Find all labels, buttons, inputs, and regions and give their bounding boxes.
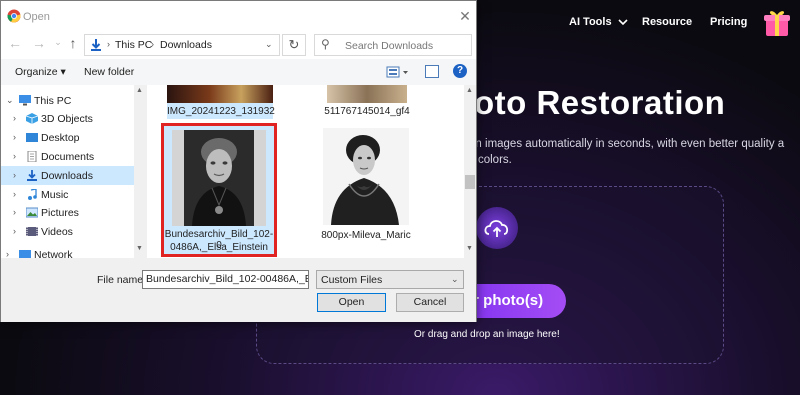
collapse-chevron-icon[interactable]: › — [13, 151, 16, 161]
nav-item-label: Downloads — [41, 170, 93, 182]
address-bar-row: ← → ⌄ ↑ › This PC › Downloads ⌄ ↻ ⚲ Sear… — [1, 31, 476, 59]
nav-item-documents[interactable]: › Documents — [1, 147, 134, 166]
collapse-chevron-icon[interactable]: › — [13, 170, 16, 180]
refresh-icon[interactable]: ↻ — [282, 34, 306, 56]
file-name-label: 0486A,_Elsa_Einstein — [170, 242, 268, 253]
scroll-up-icon[interactable]: ▲ — [466, 87, 473, 94]
dialog-title: Open — [23, 11, 50, 23]
breadcrumb-downloads[interactable]: Downloads — [160, 39, 212, 51]
nav-item-network[interactable]: › Network — [1, 249, 134, 258]
file-name-label[interactable]: 800px-Mileva_Maric — [306, 230, 426, 241]
nav-item-downloads[interactable]: › Downloads — [1, 166, 134, 185]
file-thumbnail[interactable] — [327, 85, 407, 103]
nav-ai-tools-label: AI Tools — [569, 16, 612, 28]
video-icon — [26, 227, 38, 236]
nav-item-music[interactable]: › Music — [1, 185, 134, 204]
nav-ai-tools[interactable]: AI Tools — [569, 16, 628, 28]
scroll-down-icon[interactable]: ▼ — [466, 245, 473, 252]
drag-drop-hint: Or drag and drop an image here! — [414, 329, 560, 340]
scroll-down-icon[interactable]: ▼ — [136, 245, 143, 252]
file-name-input[interactable]: Bundesarchiv_Bild_102-00486A,_Elsa — [142, 270, 309, 289]
forward-arrow-icon[interactable]: → — [31, 35, 47, 51]
nav-item-label: Music — [41, 189, 69, 201]
scroll-thumb[interactable] — [465, 175, 475, 189]
file-pane-scrollbar[interactable]: ▲ ▼ — [464, 85, 476, 258]
file-thumbnail — [172, 130, 266, 226]
search-input[interactable]: ⚲ Search Downloads — [314, 34, 472, 56]
open-file-dialog: Open ✕ ← → ⌄ ↑ › This PC › Downloads ⌄ ↻… — [0, 0, 477, 322]
hero-subtitle-line1: torn images automatically in seconds, wi… — [462, 138, 785, 150]
file-name-label[interactable]: 511767145014_gf4 — [317, 106, 417, 117]
computer-icon — [19, 95, 31, 106]
address-bar[interactable]: › This PC › Downloads ⌄ — [84, 34, 280, 56]
dialog-titlebar[interactable]: Open ✕ — [1, 1, 476, 31]
nav-item-pictures[interactable]: › Pictures — [1, 203, 134, 222]
nav-item-desktop[interactable]: › Desktop — [1, 128, 134, 147]
network-icon — [19, 250, 31, 258]
collapse-chevron-icon[interactable]: › — [13, 132, 16, 142]
collapse-chevron-icon[interactable]: › — [13, 207, 16, 217]
nav-item-label: Videos — [41, 226, 73, 238]
nav-item-label: Desktop — [41, 132, 80, 144]
nav-item-this-pc[interactable]: ⌄ This PC — [1, 91, 134, 110]
navigation-pane: ⌄ This PC › 3D Objects › Desktop › Docum… — [1, 85, 147, 258]
collapse-chevron-icon[interactable]: › — [13, 226, 16, 236]
collapse-chevron-icon[interactable]: › — [13, 189, 16, 199]
organize-menu-button[interactable]: Organize ▾ — [15, 66, 66, 78]
hero-title: oto Restoration — [474, 84, 726, 121]
cancel-button[interactable]: Cancel — [396, 293, 464, 312]
nav-item-label: This PC — [34, 95, 72, 107]
dialog-toolbar: Organize ▾ New folder ? — [1, 59, 476, 85]
collapse-chevron-icon[interactable]: › — [13, 113, 16, 123]
chevron-down-icon: ⌄ — [451, 274, 459, 284]
nav-item-label: Network — [34, 249, 73, 258]
cube-icon — [26, 113, 38, 124]
change-view-icon[interactable] — [386, 65, 410, 79]
nav-item-label: Documents — [41, 151, 95, 163]
back-arrow-icon[interactable]: ← — [7, 35, 23, 51]
expand-chevron-icon[interactable]: ⌄ — [6, 95, 14, 106]
document-icon — [27, 151, 37, 162]
upload-cloud-icon — [476, 207, 518, 249]
breadcrumb-this-pc[interactable]: This PC — [115, 39, 152, 51]
search-placeholder: Search Downloads — [345, 40, 434, 52]
chrome-icon — [7, 9, 21, 23]
up-arrow-icon[interactable]: ↑ — [65, 35, 81, 51]
music-icon — [28, 189, 37, 200]
dialog-footer: File name: Bundesarchiv_Bild_102-00486A,… — [1, 258, 476, 322]
file-name-label: File name: — [97, 274, 147, 286]
download-folder-icon — [91, 39, 101, 51]
breadcrumb-separator-icon: › — [107, 39, 110, 49]
preview-pane-icon[interactable] — [425, 65, 439, 78]
nav-pricing[interactable]: Pricing — [710, 16, 747, 28]
desktop-icon — [26, 133, 38, 142]
new-folder-button[interactable]: New folder — [84, 66, 134, 78]
nav-resource[interactable]: Resource — [642, 16, 692, 28]
nav-item-label: 3D Objects — [41, 113, 93, 125]
scroll-up-icon[interactable]: ▲ — [136, 87, 143, 94]
chevron-down-icon — [618, 19, 628, 26]
nav-item-videos[interactable]: › Videos — [1, 222, 134, 241]
navigation-pane-scrollbar[interactable]: ▲ ▼ — [134, 85, 147, 258]
file-name-label: IMG_20241223_131932 — [167, 106, 275, 117]
file-tile[interactable]: IMG_20241223_131932 — [167, 85, 275, 119]
open-button[interactable]: Open — [317, 293, 386, 312]
download-icon — [27, 170, 37, 181]
search-icon: ⚲ — [321, 37, 330, 51]
chevron-down-icon[interactable]: ⌄ — [265, 39, 273, 50]
file-tile-selected[interactable]: Bundesarchiv_Bild_102-0 0486A,_Elsa_Eins… — [161, 123, 277, 257]
recent-locations-chevron-icon[interactable]: ⌄ — [50, 37, 66, 48]
file-thumbnail — [167, 85, 273, 103]
breadcrumb-separator-icon: › — [151, 39, 154, 49]
close-icon[interactable]: ✕ — [458, 8, 472, 25]
file-type-select[interactable]: Custom Files ⌄ — [316, 270, 464, 289]
gift-icon[interactable] — [760, 6, 794, 40]
pictures-icon — [26, 207, 38, 218]
help-icon[interactable]: ? — [453, 64, 467, 78]
collapse-chevron-icon[interactable]: › — [6, 249, 9, 258]
file-type-value: Custom Files — [321, 274, 383, 286]
nav-item-3d-objects[interactable]: › 3D Objects — [1, 109, 134, 128]
file-thumbnail[interactable] — [323, 128, 409, 225]
nav-item-label: Pictures — [41, 207, 79, 219]
